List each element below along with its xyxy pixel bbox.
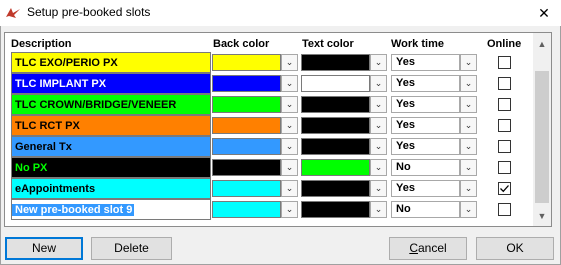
back-color-swatch[interactable] [212,180,281,197]
chevron-down-icon[interactable]: ⌄ [281,117,298,134]
ok-button[interactable]: OK [476,237,554,260]
chevron-down-icon[interactable]: ⌄ [370,180,387,197]
description-cell[interactable]: TLC CROWN/BRIDGE/VENEER [11,94,211,115]
description-cell[interactable]: TLC IMPLANT PX [11,73,211,94]
chevron-down-icon[interactable]: ⌄ [370,201,387,218]
back-color-swatch[interactable] [212,96,281,113]
description-cell[interactable]: General Tx [11,136,211,157]
work-time-select[interactable]: No [391,201,460,218]
description-selection: New pre-booked slot 9 [12,204,135,216]
text-color-swatch[interactable] [301,54,370,71]
chevron-down-icon[interactable]: ⌄ [460,75,477,92]
description-cell[interactable]: New pre-booked slot 9 [11,199,211,220]
table-row[interactable]: General Tx ⌄ ⌄ Yes ⌄ [5,136,532,157]
header-work-time: Work time [391,38,444,50]
cancel-button[interactable]: Cancel [389,237,467,260]
chevron-down-icon[interactable]: ⌄ [281,75,298,92]
chevron-down-icon[interactable]: ⌄ [281,159,298,176]
chevron-down-icon[interactable]: ⌄ [460,96,477,113]
text-color-swatch[interactable] [301,75,370,92]
chevron-down-icon[interactable]: ⌄ [370,138,387,155]
work-time-select[interactable]: Yes [391,117,460,134]
cancel-accelerator: C [409,241,418,255]
table-row[interactable]: TLC RCT PX ⌄ ⌄ Yes ⌄ [5,115,532,136]
text-color-swatch[interactable] [301,159,370,176]
app-bird-icon [6,8,20,18]
work-time-select[interactable]: No [391,159,460,176]
chevron-down-icon[interactable]: ⌄ [370,96,387,113]
chevron-down-icon[interactable]: ⌄ [460,180,477,197]
online-checkbox[interactable] [498,161,511,174]
chevron-down-icon[interactable]: ⌄ [460,138,477,155]
chevron-down-icon[interactable]: ⌄ [460,54,477,71]
work-time-select[interactable]: Yes [391,96,460,113]
header-back-color: Back color [213,38,270,50]
description-cell[interactable]: TLC EXO/PERIO PX [11,52,211,73]
online-checkbox[interactable] [498,203,511,216]
back-color-swatch[interactable] [212,75,281,92]
checkmark-icon [500,185,509,193]
work-time-select[interactable]: Yes [391,180,460,197]
table-row[interactable]: TLC EXO/PERIO PX ⌄ ⌄ Yes ⌄ [5,52,532,73]
header-text-color: Text color [302,38,354,50]
online-checkbox[interactable] [498,98,511,111]
description-cell[interactable]: No PX [11,157,211,178]
title-bar: Setup pre-booked slots ✕ [0,0,561,26]
chevron-down-icon[interactable]: ⌄ [460,159,477,176]
table-row[interactable]: eAppointments ⌄ ⌄ Yes ⌄ [5,178,532,199]
table-row[interactable]: TLC CROWN/BRIDGE/VENEER ⌄ ⌄ Yes ⌄ [5,94,532,115]
chevron-down-icon[interactable]: ⌄ [281,180,298,197]
back-color-swatch[interactable] [212,138,281,155]
text-color-swatch[interactable] [301,96,370,113]
scroll-up-icon[interactable]: ▲ [533,35,551,53]
text-color-swatch[interactable] [301,138,370,155]
slots-grid: Description Back color Text color Work t… [4,32,552,227]
text-color-swatch[interactable] [301,180,370,197]
online-checkbox[interactable] [498,56,511,69]
work-time-select[interactable]: Yes [391,138,460,155]
chevron-down-icon[interactable]: ⌄ [281,96,298,113]
work-time-select[interactable]: Yes [391,75,460,92]
online-checkbox[interactable] [498,140,511,153]
delete-button[interactable]: Delete [91,237,172,260]
online-checkbox[interactable] [498,182,511,195]
close-icon[interactable]: ✕ [527,0,561,26]
chevron-down-icon[interactable]: ⌄ [370,117,387,134]
back-color-swatch[interactable] [212,117,281,134]
chevron-down-icon[interactable]: ⌄ [460,117,477,134]
chevron-down-icon[interactable]: ⌄ [281,201,298,218]
scroll-down-icon[interactable]: ▼ [533,207,551,225]
header-description: Description [11,38,72,50]
table-row[interactable]: No PX ⌄ ⌄ No ⌄ [5,157,532,178]
header-online: Online [487,38,522,50]
text-color-swatch[interactable] [301,117,370,134]
new-button[interactable]: New [5,237,83,260]
back-color-swatch[interactable] [212,54,281,71]
back-color-swatch[interactable] [212,159,281,176]
chevron-down-icon[interactable]: ⌄ [370,54,387,71]
online-checkbox[interactable] [498,77,511,90]
scroll-thumb[interactable] [535,71,549,203]
vertical-scrollbar[interactable]: ▲ ▼ [533,33,551,226]
chevron-down-icon[interactable]: ⌄ [370,159,387,176]
chevron-down-icon[interactable]: ⌄ [281,138,298,155]
chevron-down-icon[interactable]: ⌄ [281,54,298,71]
window-title: Setup pre-booked slots [27,5,151,19]
work-time-select[interactable]: Yes [391,54,460,71]
text-color-swatch[interactable] [301,201,370,218]
chevron-down-icon[interactable]: ⌄ [370,75,387,92]
table-row[interactable]: TLC IMPLANT PX ⌄ ⌄ Yes ⌄ [5,73,532,94]
online-checkbox[interactable] [498,119,511,132]
back-color-swatch[interactable] [212,201,281,218]
table-row[interactable]: New pre-booked slot 9 ⌄ ⌄ No ⌄ [5,199,532,220]
description-cell[interactable]: eAppointments [11,178,211,199]
cancel-label-rest: ancel [417,241,447,255]
chevron-down-icon[interactable]: ⌄ [460,201,477,218]
description-cell[interactable]: TLC RCT PX [11,115,211,136]
